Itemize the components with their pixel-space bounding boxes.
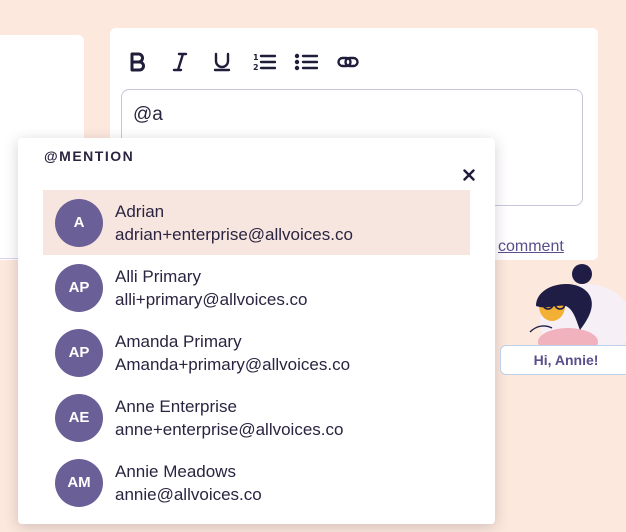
person-name: Adrian bbox=[115, 201, 165, 221]
person-email: Amanda+primary@allvoices.co bbox=[115, 354, 351, 374]
avatar: AM bbox=[55, 458, 103, 507]
svg-text:2: 2 bbox=[253, 63, 259, 72]
mention-option-alli[interactable]: AP Alli Primary alli+primary@allvoices.c… bbox=[43, 255, 470, 320]
assistant-mascot-icon[interactable] bbox=[516, 260, 626, 350]
comment-input-value: @a bbox=[133, 104, 163, 125]
mention-option-adrian[interactable]: A Adrian adrian+enterprise@allvoices.co bbox=[43, 190, 470, 255]
close-icon bbox=[463, 169, 475, 181]
person-email: annie@allvoices.co bbox=[115, 484, 262, 504]
avatar: A bbox=[55, 198, 103, 247]
bullet-list-icon bbox=[294, 53, 318, 71]
assistant-greeting[interactable]: Hi, Annie! bbox=[500, 345, 626, 375]
avatar: AE bbox=[55, 393, 103, 442]
link-button[interactable] bbox=[334, 48, 362, 76]
underline-icon bbox=[213, 52, 231, 72]
svg-text:1: 1 bbox=[253, 53, 259, 62]
italic-icon bbox=[172, 52, 188, 72]
ordered-list-button[interactable]: 1 2 bbox=[250, 48, 278, 76]
person-name: Amanda Primary bbox=[115, 331, 242, 351]
person-name: Alli Primary bbox=[115, 266, 201, 286]
person-email: alli+primary@allvoices.co bbox=[115, 289, 308, 309]
person-name: Anne Enterprise bbox=[115, 396, 237, 416]
bold-icon bbox=[130, 52, 145, 72]
avatar: AP bbox=[55, 328, 103, 377]
link-icon bbox=[337, 56, 359, 68]
italic-button[interactable] bbox=[166, 48, 194, 76]
ordered-list-icon: 1 2 bbox=[253, 53, 276, 72]
format-toolbar: 1 2 bbox=[124, 48, 362, 76]
close-button[interactable] bbox=[458, 164, 480, 186]
add-comment-link[interactable]: comment bbox=[498, 238, 564, 256]
bold-button[interactable] bbox=[124, 48, 152, 76]
mention-option-annie[interactable]: AM Annie Meadows annie@allvoices.co bbox=[43, 450, 470, 515]
person-name: Annie Meadows bbox=[115, 461, 236, 481]
mention-title: @MENTION bbox=[44, 148, 135, 164]
mention-popup: @MENTION A Adrian adrian+enterprise@allv… bbox=[18, 138, 495, 524]
mention-option-anne[interactable]: AE Anne Enterprise anne+enterprise@allvo… bbox=[43, 385, 470, 450]
underline-button[interactable] bbox=[208, 48, 236, 76]
person-email: adrian+enterprise@allvoices.co bbox=[115, 224, 353, 244]
mention-list: A Adrian adrian+enterprise@allvoices.co … bbox=[43, 190, 470, 515]
mention-option-amanda[interactable]: AP Amanda Primary Amanda+primary@allvoic… bbox=[43, 320, 470, 385]
person-email: anne+enterprise@allvoices.co bbox=[115, 419, 344, 439]
avatar: AP bbox=[55, 263, 103, 312]
bullet-list-button[interactable] bbox=[292, 48, 320, 76]
